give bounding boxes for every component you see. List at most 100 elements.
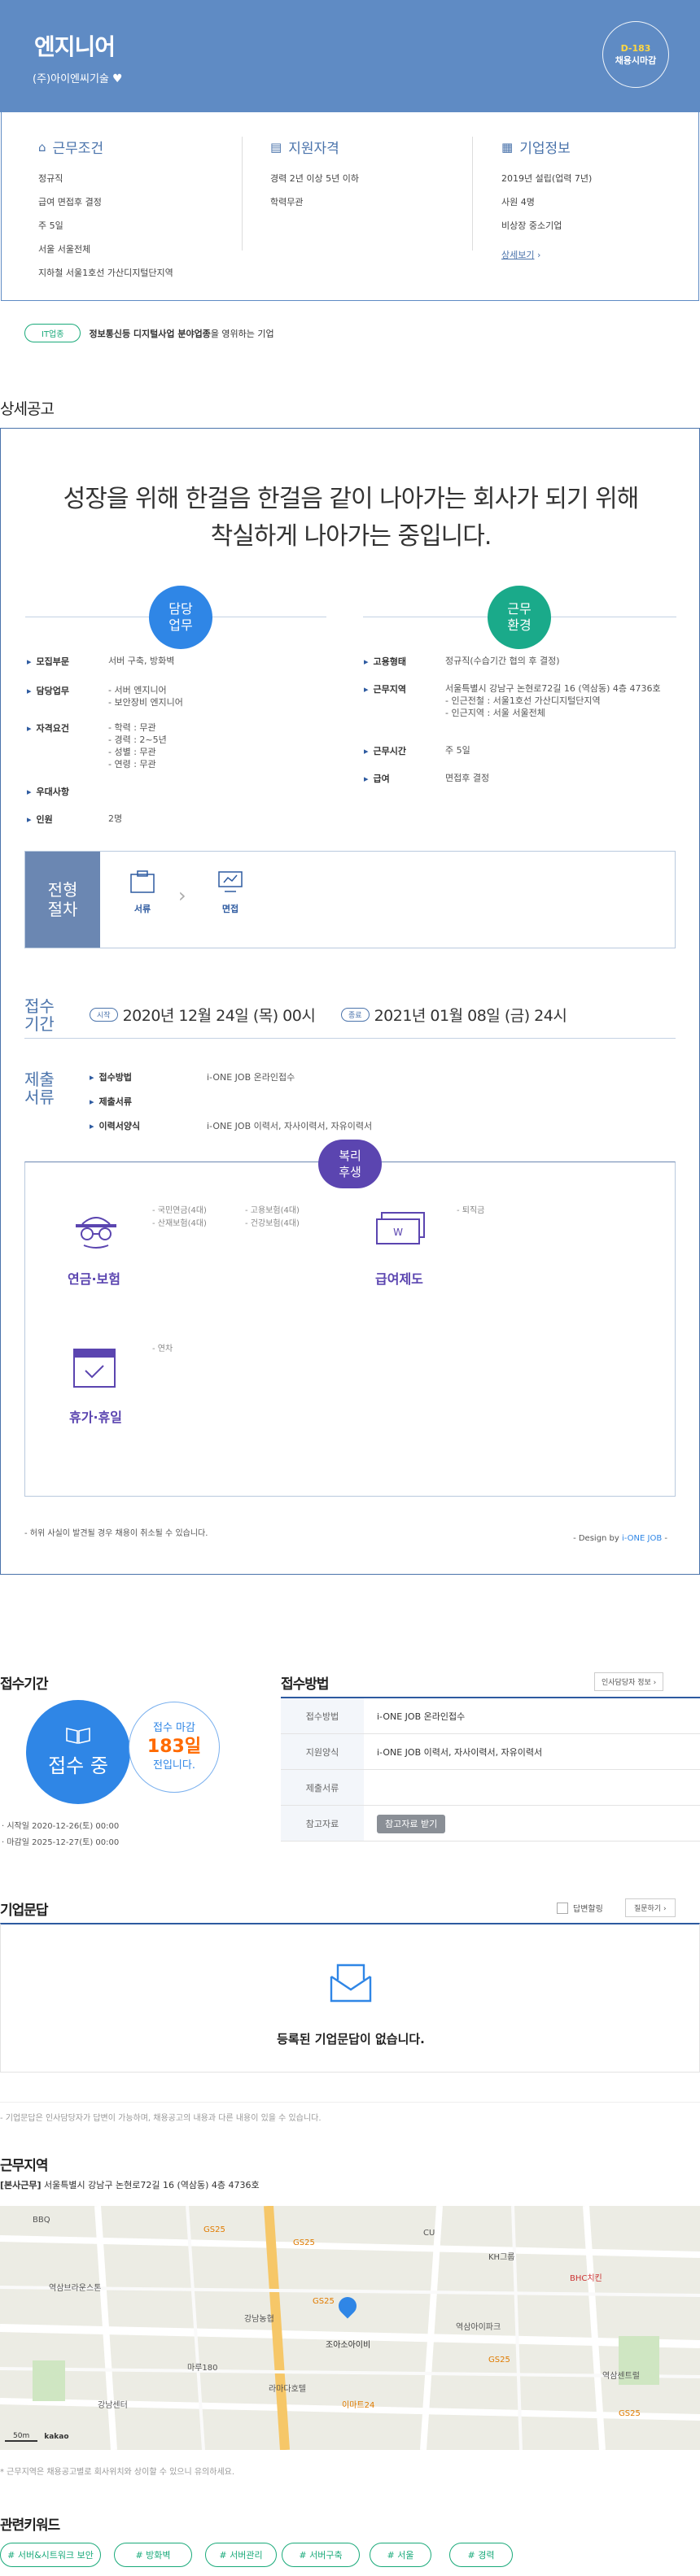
- conditions-column: ⌂ 근무조건 정규직 급여 면접후 결정 주 5일 서울 서울전체 지하철 서울1…: [38, 137, 173, 290]
- design-credit-dash: -: [662, 1534, 667, 1543]
- company-info-item: 사원 4명: [501, 197, 535, 207]
- condition-item: 주 5일: [38, 220, 63, 231]
- deadline-circle: 접수 마감 183일 전입니다.: [129, 1702, 220, 1793]
- slogan-line: 착실하게 나아가는 중입니다.: [210, 522, 492, 551]
- keyword-chip[interactable]: # 방화벽: [114, 2543, 192, 2567]
- keyword-chip[interactable]: # 서울: [370, 2543, 431, 2567]
- map-label: 강남농협: [244, 2315, 274, 2324]
- map-streets: [0, 2206, 700, 2450]
- location-note: * 근무지역은 채용공고별로 회사위치와 상이할 수 있으니 유의하세요.: [0, 2468, 235, 2477]
- conditions-title: 근무조건: [52, 141, 104, 157]
- book-icon: [66, 1727, 90, 1744]
- notice-text: - 허위 사실이 발견될 경우 채용이 취소될 수 있습니다.: [24, 1529, 208, 1538]
- map-label: BBQ: [33, 2216, 50, 2225]
- industry-info: IT업종 정보통신등 디지털사업 분야업종을 영위하는 기업: [24, 324, 274, 342]
- field-value: - 학력 : 무관 - 경력 : 2~5년 - 성별 : 무관 - 연령 : 무…: [108, 722, 167, 769]
- company-info-item: 비상장 중소기업: [501, 220, 562, 231]
- ask-question-button[interactable]: 질문하기 ›: [625, 1898, 676, 1917]
- dday-count: D-183: [620, 42, 651, 54]
- apply-method-table: 접수방법 i-ONE JOB 온라인접수 지원양식 i-ONE JOB 이력서, 자…: [281, 1697, 700, 1842]
- field-label: 자격요건: [27, 721, 100, 734]
- design-brand: i-ONE JOB: [622, 1534, 663, 1543]
- answered-filter[interactable]: 답변할링: [557, 1902, 603, 1914]
- design-credit: - Design by: [573, 1534, 622, 1543]
- map-label: 조아소아이비: [326, 2341, 371, 2350]
- company-info-item: 2019년 설립(업력 7년): [501, 173, 593, 184]
- period-label: 접수 기간: [24, 996, 55, 1034]
- map-label: 역삼센트럴: [602, 2372, 640, 2381]
- welfare-badge: 복리 후생: [318, 1140, 382, 1188]
- field-label: 인원: [27, 813, 100, 826]
- slogan-line: 성장을 위해 한걸음 한걸음 같이 나아가는 회사가 되기 위해: [63, 485, 640, 513]
- condition-item: 서울 서울전체: [38, 244, 91, 255]
- start-date: 2020년 12월 24일 (목) 00시: [122, 1007, 316, 1025]
- field-value: 주 5일: [445, 745, 470, 756]
- map-label: 역삼브라운스톤: [49, 2284, 102, 2293]
- keyword-chip[interactable]: # 서버관리: [205, 2543, 277, 2567]
- field-value: 면접후 결정: [445, 773, 490, 783]
- slogan: 성장을 위해 한걸음 한걸음 같이 나아가는 회사가 되기 위해 착실하게 나아…: [1, 481, 700, 556]
- deadline-days: 183일: [147, 1737, 202, 1757]
- process-label: 전형 절차: [25, 852, 100, 948]
- status-text: 접수 중: [48, 1754, 108, 1777]
- map-label: GS25: [313, 2297, 335, 2306]
- company-name[interactable]: (주)아이엔씨기술 ♥: [33, 70, 123, 85]
- qualification-column: ▤ 지원자격 경력 2년 이상 5년 이하 학력무관: [270, 137, 359, 219]
- kakao-logo: kakao: [44, 2433, 69, 2441]
- vacation-items: - 연차: [152, 1345, 173, 1353]
- field-value: 서버 구축, 방화벽: [108, 656, 175, 666]
- map-label: GS25: [293, 2238, 315, 2247]
- step-label: 면접: [221, 904, 239, 914]
- environment-badge: 근무 환경: [488, 586, 551, 649]
- divider: [24, 1038, 676, 1039]
- chevron-right-icon: ›: [178, 884, 186, 907]
- keyword-chip[interactable]: # 경력: [449, 2543, 513, 2567]
- map-label: 마루180: [187, 2364, 218, 2373]
- insurance-items: - 고용보험(4대) - 건강보험(4대): [245, 1206, 300, 1228]
- insurance-title: 연금·보험: [68, 1271, 120, 1287]
- heart-icon[interactable]: ♥: [112, 72, 123, 85]
- submission-key: 이력서양식: [90, 1119, 187, 1132]
- keyword-chip[interactable]: # 서버&시트워크 보안: [0, 2543, 101, 2567]
- map[interactable]: BBQ GS25 GS25 CU KH그룹 BHC치킨 역삼브라운스톤 강남농협…: [0, 2206, 700, 2450]
- duty-badge: 담당 업무: [149, 586, 212, 649]
- banknote-icon: W: [376, 1212, 425, 1244]
- keyword-chip[interactable]: # 서버구축: [282, 2543, 360, 2567]
- apply-start: · 시작일 2020-12-26(토) 00:00: [2, 1822, 120, 1831]
- svg-text:W: W: [393, 1227, 403, 1238]
- map-scale: 50m: [5, 2432, 38, 2442]
- table-row: 제출서류: [281, 1770, 700, 1806]
- salary-title: 급여제도: [375, 1271, 423, 1287]
- map-label: GS25: [488, 2356, 510, 2365]
- map-label: 이마트24: [342, 2401, 375, 2410]
- dday-badge: D-183 채용시마감: [602, 21, 669, 88]
- condition-item: 지하철 서울1호선 가산디지털단지역: [38, 268, 173, 278]
- apply-end: · 마감일 2025-12-27(토) 00:00: [2, 1838, 120, 1847]
- company-detail-link[interactable]: 상세보기: [501, 250, 534, 260]
- field-label: 급여: [364, 772, 437, 785]
- field-label: 근무지역: [364, 682, 437, 695]
- qna-title: 기업문답: [0, 1903, 49, 1919]
- submission-key: 접수방법: [90, 1070, 187, 1083]
- job-title: 엔지니어: [34, 33, 116, 60]
- apply-method-title: 접수방법: [281, 1676, 330, 1693]
- field-label: 고용형태: [364, 655, 437, 668]
- map-label: 강남센터: [98, 2401, 128, 2410]
- calendar-icon: [73, 1349, 116, 1388]
- end-tag: 종료: [341, 1008, 370, 1022]
- company-info-title: 기업정보: [519, 141, 571, 157]
- checkbox[interactable]: [557, 1902, 568, 1914]
- map-label: 라마다호텔: [269, 2385, 306, 2394]
- location-address: 서울특별시 강남구 논현로72길 16 (역삼동) 4층 4736호: [44, 2180, 260, 2190]
- industry-text-bold: 정보통신등 디지털사업 분야업종: [89, 328, 211, 339]
- company-icon: ▦: [501, 139, 514, 155]
- qualification-title: 지원자격: [288, 141, 339, 157]
- download-attachment-button[interactable]: 참고자료 받기: [377, 1814, 446, 1833]
- contact-info-button[interactable]: 인사담당자 정보 ›: [594, 1672, 664, 1691]
- apply-period-title: 접수기간: [0, 1676, 49, 1693]
- field-label: 근무시간: [364, 744, 437, 757]
- field-value: 2명: [108, 813, 123, 824]
- table-value: i-ONE JOB 온라인접수: [377, 1711, 466, 1722]
- field-value: 정규직(수습기간 협의 후 결정): [445, 656, 560, 666]
- end-date: 2021년 01월 08일 (금) 24시: [374, 1007, 567, 1025]
